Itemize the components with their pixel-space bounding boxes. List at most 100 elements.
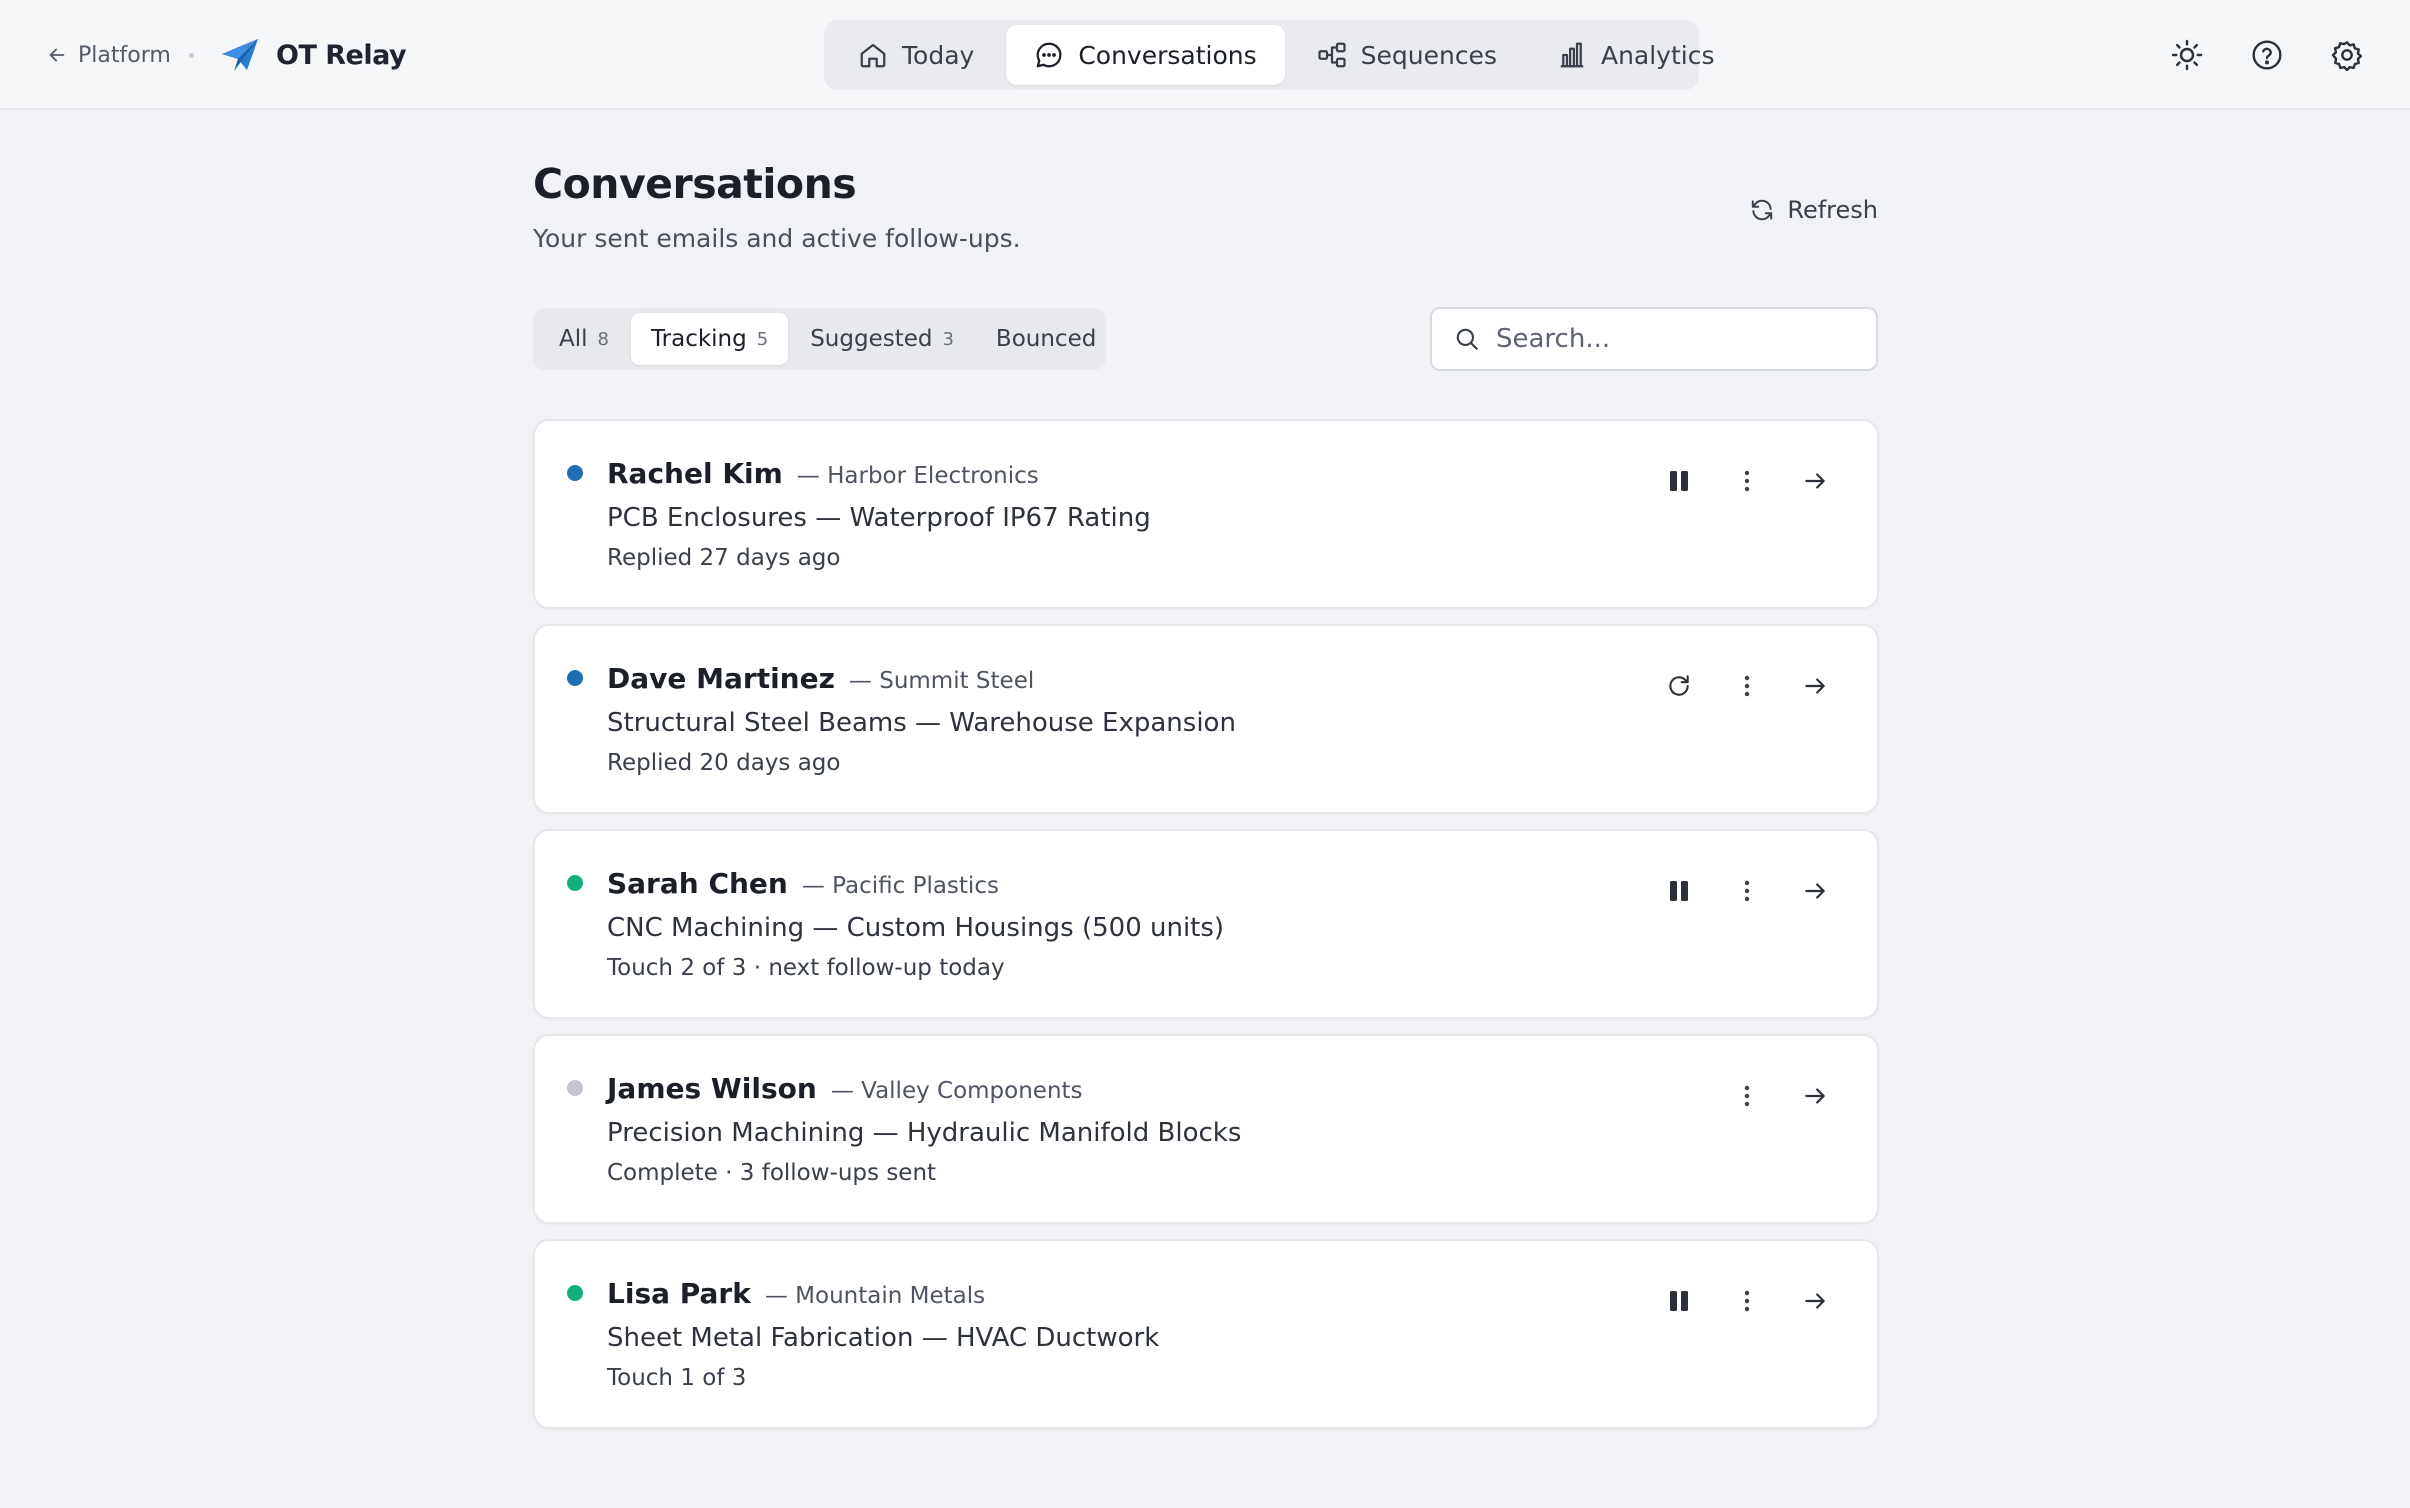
contact-company: — Harbor Electronics xyxy=(796,463,1039,489)
nav-tab-analytics-label: Analytics xyxy=(1600,40,1715,70)
filter-tab-tracking[interactable]: Tracking 5 xyxy=(630,313,789,365)
status-dot xyxy=(567,670,583,686)
filter-tab-bounced[interactable]: Bounced xyxy=(976,313,1116,365)
nav-tab-sequences-label: Sequences xyxy=(1360,40,1497,70)
more-vertical-icon xyxy=(1743,1084,1751,1108)
pause-button[interactable] xyxy=(1659,1281,1699,1321)
more-vertical-icon xyxy=(1743,469,1751,493)
back-link-label: Platform xyxy=(78,42,171,68)
conversation-subject: CNC Machining — Custom Housings (500 uni… xyxy=(607,913,1225,943)
separator-dot xyxy=(189,53,194,58)
conversation-card[interactable]: Sarah Chen — Pacific Plastics CNC Machin… xyxy=(533,829,1879,1019)
pause-icon xyxy=(1668,879,1690,903)
top-bar: Platform OT Relay Today Conversations Se… xyxy=(0,0,2410,110)
filter-tab-count: 8 xyxy=(597,328,609,350)
contact-company: — Valley Components xyxy=(830,1078,1083,1104)
settings-button[interactable] xyxy=(2328,36,2366,74)
card-actions xyxy=(1631,666,1835,706)
pause-icon xyxy=(1668,1289,1690,1313)
open-conversation-button[interactable] xyxy=(1795,666,1835,706)
search-input[interactable] xyxy=(1496,324,1854,354)
conversation-subject: Precision Machining — Hydraulic Manifold… xyxy=(607,1118,1242,1148)
more-options-button[interactable] xyxy=(1727,666,1767,706)
more-options-button[interactable] xyxy=(1727,461,1767,501)
search-icon xyxy=(1454,326,1480,352)
filter-tab-all[interactable]: All 8 xyxy=(539,313,629,365)
brand-name: OT Relay xyxy=(276,39,407,71)
contact-name: Dave Martinez xyxy=(607,662,835,695)
chat-icon xyxy=(1034,40,1064,70)
conversation-status: Replied 20 days ago xyxy=(607,750,841,776)
refresh-button[interactable]: Refresh xyxy=(1749,192,1878,228)
nav-tab-today[interactable]: Today xyxy=(830,25,1002,85)
bar-chart-icon xyxy=(1557,40,1587,70)
resume-button[interactable] xyxy=(1659,666,1699,706)
help-button[interactable] xyxy=(2248,36,2286,74)
pause-button[interactable] xyxy=(1659,461,1699,501)
filter-tabs: All 8 Tracking 5 Suggested 3 Bounced xyxy=(533,308,1106,370)
arrow-right-icon xyxy=(1802,878,1828,904)
refresh-label: Refresh xyxy=(1787,196,1878,224)
arrow-right-icon xyxy=(1802,468,1828,494)
filter-tab-label: All xyxy=(559,326,588,352)
more-vertical-icon xyxy=(1743,879,1751,903)
home-icon xyxy=(858,40,888,70)
sequences-icon xyxy=(1317,40,1347,70)
page-subtitle: Your sent emails and active follow-ups. xyxy=(533,224,1021,253)
status-dot xyxy=(567,875,583,891)
contact-name: Sarah Chen xyxy=(607,867,788,900)
more-vertical-icon xyxy=(1743,1289,1751,1313)
help-icon xyxy=(2251,39,2283,71)
top-right-actions xyxy=(2168,36,2366,74)
sun-icon xyxy=(2171,39,2203,71)
nav-tab-today-label: Today xyxy=(902,40,975,70)
conversation-card[interactable]: Rachel Kim — Harbor Electronics PCB Encl… xyxy=(533,419,1879,609)
conversation-subject: Structural Steel Beams — Warehouse Expan… xyxy=(607,708,1236,738)
contact-company: — Summit Steel xyxy=(848,668,1035,694)
conversation-status: Touch 2 of 3 · next follow-up today xyxy=(607,955,1005,981)
filter-tab-count: 5 xyxy=(756,328,769,350)
filter-tab-label: Bounced xyxy=(995,326,1097,352)
filter-tab-label: Tracking xyxy=(650,326,747,352)
filter-tab-count: 3 xyxy=(942,328,954,350)
open-conversation-button[interactable] xyxy=(1795,1076,1835,1116)
arrow-right-icon xyxy=(1802,1083,1828,1109)
more-options-button[interactable] xyxy=(1727,871,1767,911)
nav-tab-sequences[interactable]: Sequences xyxy=(1289,25,1525,85)
contact-name: James Wilson xyxy=(607,1072,817,1105)
card-actions xyxy=(1631,1281,1835,1321)
open-conversation-button[interactable] xyxy=(1795,871,1835,911)
arrow-right-icon xyxy=(1802,1288,1828,1314)
refresh-icon xyxy=(1749,197,1775,223)
contact-company: — Pacific Plastics xyxy=(801,873,999,899)
arrow-left-icon xyxy=(46,44,68,66)
nav-tab-conversations[interactable]: Conversations xyxy=(1006,25,1285,85)
more-options-button[interactable] xyxy=(1727,1281,1767,1321)
status-dot xyxy=(567,1285,583,1301)
open-conversation-button[interactable] xyxy=(1795,1281,1835,1321)
card-actions xyxy=(1631,871,1835,911)
conversation-status: Touch 1 of 3 xyxy=(607,1365,747,1391)
nav-tab-analytics[interactable]: Analytics xyxy=(1529,25,1743,85)
theme-toggle-button[interactable] xyxy=(2168,36,2206,74)
conversation-status: Complete · 3 follow-ups sent xyxy=(607,1160,937,1186)
brand-logo[interactable]: OT Relay xyxy=(220,34,407,76)
back-to-platform-link[interactable]: Platform xyxy=(46,38,171,72)
open-conversation-button[interactable] xyxy=(1795,461,1835,501)
conversation-subject: Sheet Metal Fabrication — HVAC Ductwork xyxy=(607,1323,1160,1353)
page-title: Conversations xyxy=(533,160,857,208)
conversation-card[interactable]: Dave Martinez — Summit Steel Structural … xyxy=(533,624,1879,814)
rotate-icon xyxy=(1666,673,1692,699)
pause-icon xyxy=(1668,469,1690,493)
gear-icon xyxy=(2331,39,2363,71)
arrow-right-icon xyxy=(1802,673,1828,699)
conversation-card[interactable]: Lisa Park — Mountain Metals Sheet Metal … xyxy=(533,1239,1879,1429)
card-actions xyxy=(1631,461,1835,501)
conversation-card[interactable]: James Wilson — Valley Components Precisi… xyxy=(533,1034,1879,1224)
contact-name: Rachel Kim xyxy=(607,457,783,490)
pause-button[interactable] xyxy=(1659,871,1699,911)
more-options-button[interactable] xyxy=(1727,1076,1767,1116)
paper-plane-icon xyxy=(220,37,260,73)
filter-tab-suggested[interactable]: Suggested 3 xyxy=(790,313,974,365)
status-dot xyxy=(567,465,583,481)
